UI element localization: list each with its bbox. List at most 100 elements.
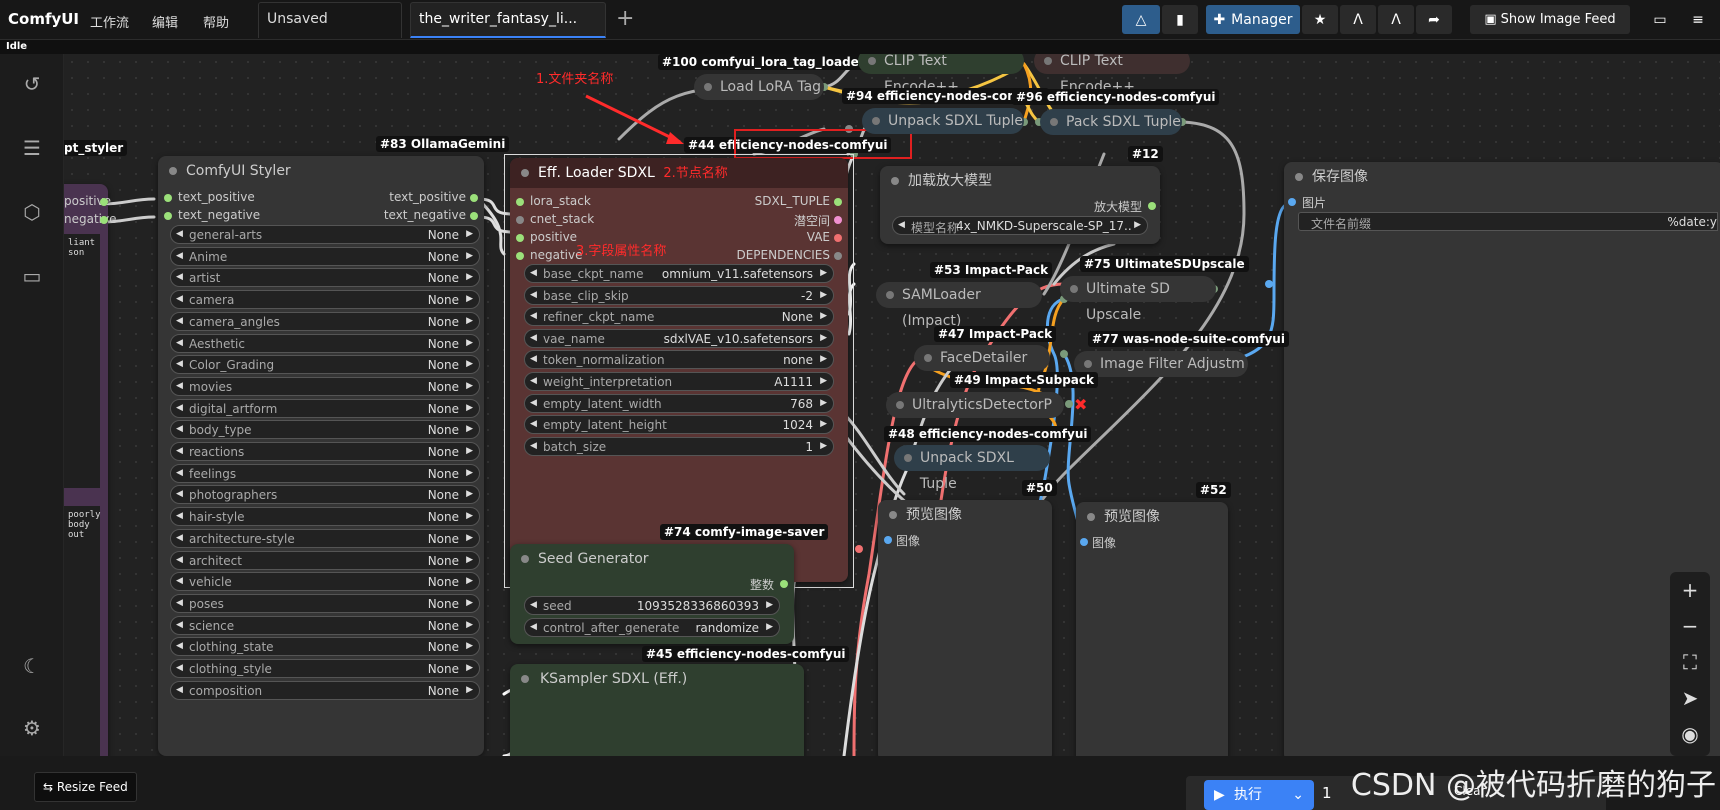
hamburger-menu-icon[interactable]: ≡	[1682, 5, 1714, 34]
decrement-arrow-icon[interactable]: ◀	[530, 600, 537, 610]
negative-textarea[interactable]: poorly body out	[64, 506, 101, 756]
widget-architect[interactable]: ◀ architect None ▶	[170, 550, 480, 570]
decrement-arrow-icon[interactable]: ◀	[176, 359, 183, 369]
increment-arrow-icon[interactable]: ▶	[820, 268, 827, 278]
output-socket[interactable]	[834, 198, 842, 206]
decrement-arrow-icon[interactable]: ◀	[176, 446, 183, 456]
widget-model-name[interactable]: ◀ 模型名称 4x_NMKD-Superscale-SP_17... ▶	[892, 216, 1148, 235]
output-socket[interactable]	[834, 252, 842, 260]
queue-list-icon[interactable]: ☰	[18, 134, 46, 162]
input-socket[interactable]	[884, 536, 892, 544]
tab-unsaved-workflow[interactable]: Unsaved Workflow	[258, 2, 402, 59]
node-icon-2[interactable]: ᐱ	[1378, 5, 1414, 34]
widget-token-normalization[interactable]: ◀ token_normalization none ▶	[524, 350, 834, 370]
decrement-arrow-icon[interactable]: ◀	[176, 316, 183, 326]
output-socket[interactable]	[100, 198, 108, 206]
widget-photographers[interactable]: ◀ photographers None ▶	[170, 485, 480, 505]
decrement-arrow-icon[interactable]: ◀	[176, 381, 183, 391]
increment-arrow-icon[interactable]: ▶	[820, 376, 827, 386]
node-preview-image-52[interactable]: 预览图像 图像	[1076, 502, 1228, 756]
increment-arrow-icon[interactable]: ▶	[466, 272, 473, 282]
folder-icon[interactable]: ▭	[18, 262, 46, 290]
manager-button[interactable]: ✚ Manager	[1206, 5, 1300, 34]
decrement-arrow-icon[interactable]: ◀	[530, 268, 537, 278]
widget-body-type[interactable]: ◀ body_type None ▶	[170, 420, 480, 440]
increment-arrow-icon[interactable]: ▶	[466, 511, 473, 521]
panel-toggle-icon[interactable]: ▭	[1644, 5, 1676, 34]
decrement-arrow-icon[interactable]: ◀	[530, 622, 537, 632]
tab-writer-fantasy[interactable]: the_writer_fantasy_li...	[410, 2, 606, 54]
input-socket[interactable]	[516, 198, 524, 206]
decrement-arrow-icon[interactable]: ◀	[176, 663, 183, 673]
increment-arrow-icon[interactable]: ▶	[466, 685, 473, 695]
increment-arrow-icon[interactable]: ▶	[466, 641, 473, 651]
widget-refiner-ckpt-name[interactable]: ◀ refiner_ckpt_name None ▶	[524, 307, 834, 327]
input-socket[interactable]	[516, 234, 524, 242]
zoom-in-icon[interactable]: +	[1670, 572, 1710, 608]
resize-feed-button[interactable]: ⇆ Resize Feed	[34, 772, 137, 802]
batch-count-input[interactable]: 1	[1322, 784, 1332, 802]
share-icon[interactable]: ➦	[1416, 5, 1452, 34]
increment-arrow-icon[interactable]: ▶	[466, 338, 473, 348]
widget-reactions[interactable]: ◀ reactions None ▶	[170, 442, 480, 461]
input-socket[interactable]	[1288, 198, 1296, 206]
widget-clothing-style[interactable]: ◀ clothing_style None ▶	[170, 659, 480, 678]
node-canvas[interactable]: ✖ pt_styler positive negative liant son …	[64, 54, 1720, 756]
star-icon[interactable]: ★	[1302, 5, 1338, 34]
widget-artist[interactable]: ◀ artist None ▶	[170, 268, 480, 288]
increment-arrow-icon[interactable]: ▶	[466, 489, 473, 499]
decrement-arrow-icon[interactable]: ◀	[176, 620, 183, 630]
decrement-arrow-icon[interactable]: ◀	[176, 403, 183, 413]
widget-feelings[interactable]: ◀ feelings None ▶	[170, 463, 480, 483]
node-icon-1[interactable]: ᐱ	[1340, 5, 1376, 34]
widget-camera-angles[interactable]: ◀ camera_angles None ▶	[170, 311, 480, 331]
decrement-arrow-icon[interactable]: ◀	[530, 441, 537, 451]
increment-arrow-icon[interactable]: ▶	[466, 316, 473, 326]
select-mode-icon[interactable]: ➤	[1670, 680, 1710, 716]
input-socket[interactable]	[164, 212, 172, 220]
decrement-arrow-icon[interactable]: ◀	[176, 338, 183, 348]
widget-vehicle[interactable]: ◀ vehicle None ▶	[170, 572, 480, 592]
node-comfyui-styler[interactable]: ComfyUI Styler text_positive text_negativ…	[158, 156, 484, 756]
decrement-arrow-icon[interactable]: ◀	[530, 333, 537, 343]
widget-clothing-state[interactable]: ◀ clothing_state None ▶	[170, 637, 480, 657]
decrement-arrow-icon[interactable]: ◀	[530, 419, 537, 429]
decrement-arrow-icon[interactable]: ◀	[530, 398, 537, 408]
increment-arrow-icon[interactable]: ▶	[766, 622, 773, 632]
output-socket[interactable]	[470, 212, 478, 220]
widget-control-after-generate[interactable]: ◀ control_after_generate randomize ▶	[524, 618, 780, 637]
increment-arrow-icon[interactable]: ▶	[820, 333, 827, 343]
increment-arrow-icon[interactable]: ▶	[466, 468, 473, 478]
increment-arrow-icon[interactable]: ▶	[466, 576, 473, 586]
increment-arrow-icon[interactable]: ▶	[466, 663, 473, 673]
decrement-arrow-icon[interactable]: ◀	[176, 251, 183, 261]
widget-base-ckpt-name[interactable]: ◀ base_ckpt_name omnium_v11.safetensors ▶	[524, 264, 834, 283]
add-tab-icon[interactable]: +	[616, 6, 634, 31]
increment-arrow-icon[interactable]: ▶	[466, 251, 473, 261]
increment-arrow-icon[interactable]: ▶	[466, 403, 473, 413]
cube-icon[interactable]: ⬡	[18, 198, 46, 226]
increment-arrow-icon[interactable]: ▶	[820, 419, 827, 429]
input-socket[interactable]	[516, 252, 524, 260]
increment-arrow-icon[interactable]: ▶	[466, 555, 473, 565]
increment-arrow-icon[interactable]: ▶	[466, 294, 473, 304]
triangle-ruler-icon[interactable]: △	[1122, 5, 1160, 34]
widget-general-arts[interactable]: ◀ general-arts None ▶	[170, 225, 480, 244]
increment-arrow-icon[interactable]: ▶	[466, 229, 473, 239]
decrement-arrow-icon[interactable]: ◀	[898, 220, 905, 230]
decrement-arrow-icon[interactable]: ◀	[176, 598, 183, 608]
increment-arrow-icon[interactable]: ▶	[466, 424, 473, 434]
increment-arrow-icon[interactable]: ▶	[466, 533, 473, 543]
widget-weight-interpretation[interactable]: ◀ weight_interpretation A1111 ▶	[524, 372, 834, 391]
moon-icon[interactable]: ☾	[18, 652, 46, 680]
widget-digital-artform[interactable]: ◀ digital_artform None ▶	[170, 398, 480, 418]
decrement-arrow-icon[interactable]: ◀	[530, 376, 537, 386]
show-image-feed-button[interactable]: ▣ Show Image Feed	[1470, 5, 1630, 34]
output-socket[interactable]	[1148, 202, 1156, 210]
increment-arrow-icon[interactable]: ▶	[820, 290, 827, 300]
output-socket[interactable]	[100, 216, 108, 224]
widget-poses[interactable]: ◀ poses None ▶	[170, 593, 480, 613]
node-ultimate-sd-upscale[interactable]: Ultimate SD Upscale	[1060, 276, 1216, 323]
decrement-arrow-icon[interactable]: ◀	[176, 533, 183, 543]
widget-color-grading[interactable]: ◀ Color_Grading None ▶	[170, 355, 480, 375]
